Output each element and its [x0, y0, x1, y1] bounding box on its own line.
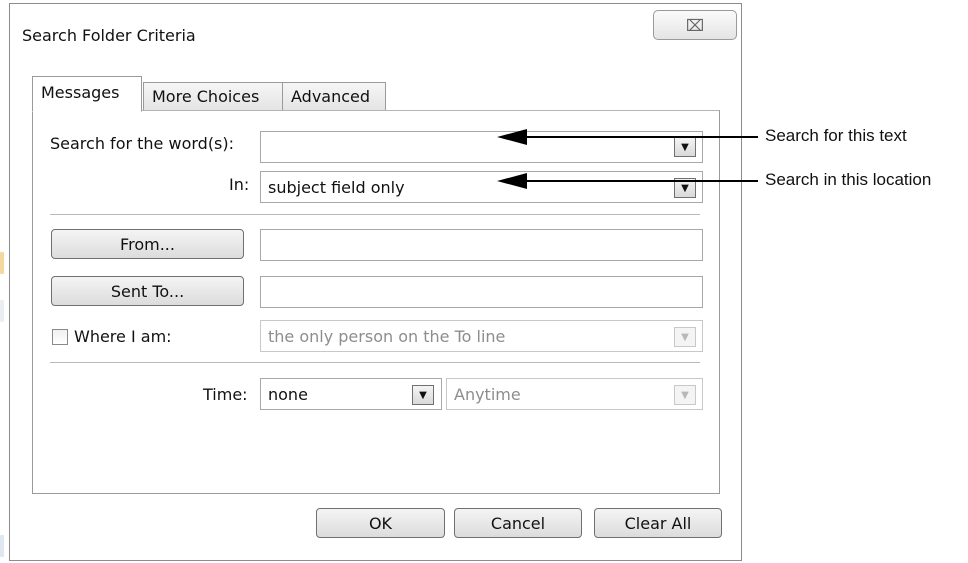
where-i-am-label: Where I am: [74, 327, 172, 346]
callout-line [525, 136, 758, 138]
tab-messages[interactable]: Messages [32, 76, 142, 112]
sent-to-button-label: Sent To... [110, 281, 185, 301]
where-i-am-dropdown-button[interactable]: ▼ [674, 327, 696, 347]
chevron-down-icon: ▼ [681, 331, 689, 343]
sent-to-input[interactable] [260, 276, 703, 308]
callout-line [525, 180, 758, 182]
tab-label: More Choices [152, 87, 260, 106]
tab-advanced[interactable]: Advanced [282, 82, 386, 112]
callout-search-text: Search for this text [765, 126, 907, 145]
ok-button[interactable]: OK [316, 508, 445, 538]
separator [50, 362, 700, 363]
search-words-dropdown-button[interactable]: ▼ [674, 137, 696, 157]
clear-all-button-label: Clear All [624, 513, 692, 533]
close-icon: ⌧ [685, 15, 705, 35]
sent-to-button[interactable]: Sent To... [51, 276, 244, 306]
from-input[interactable] [260, 229, 703, 261]
background-mark [0, 252, 4, 274]
callout-arrowhead [497, 129, 527, 145]
search-folder-criteria-dialog: Search Folder Criteria ⌧ Messages More C… [9, 3, 742, 561]
from-button[interactable]: From... [51, 229, 244, 259]
background-mark [0, 300, 4, 322]
time-range-select[interactable]: Anytime [446, 378, 703, 410]
background-strip [0, 0, 8, 563]
clear-all-button[interactable]: Clear All [594, 508, 722, 538]
time-dropdown-button[interactable]: ▼ [412, 385, 434, 405]
tab-label: Messages [41, 83, 120, 102]
cancel-button[interactable]: Cancel [454, 508, 582, 538]
search-location-select[interactable]: subject field only [260, 171, 703, 203]
background-mark [0, 535, 4, 557]
separator [50, 214, 700, 215]
ok-button-label: OK [368, 513, 393, 533]
dialog-title: Search Folder Criteria [22, 26, 196, 45]
time-range-dropdown-button[interactable]: ▼ [674, 385, 696, 405]
in-label: In: [229, 175, 250, 194]
chevron-down-icon: ▼ [681, 182, 689, 194]
time-label: Time: [203, 385, 248, 404]
tab-more-choices[interactable]: More Choices [143, 82, 283, 112]
callout-search-location: Search in this location [765, 170, 932, 189]
chevron-down-icon: ▼ [681, 389, 689, 401]
where-i-am-checkbox[interactable] [52, 329, 68, 345]
from-button-label: From... [120, 234, 175, 254]
search-words-label: Search for the word(s): [50, 134, 235, 153]
callout-arrowhead [497, 173, 527, 189]
chevron-down-icon: ▼ [681, 141, 689, 153]
tab-label: Advanced [291, 87, 371, 106]
chevron-down-icon: ▼ [419, 389, 427, 401]
close-button[interactable]: ⌧ [653, 10, 737, 40]
where-i-am-select[interactable]: the only person on the To line [260, 320, 703, 352]
cancel-button-label: Cancel [490, 513, 546, 533]
